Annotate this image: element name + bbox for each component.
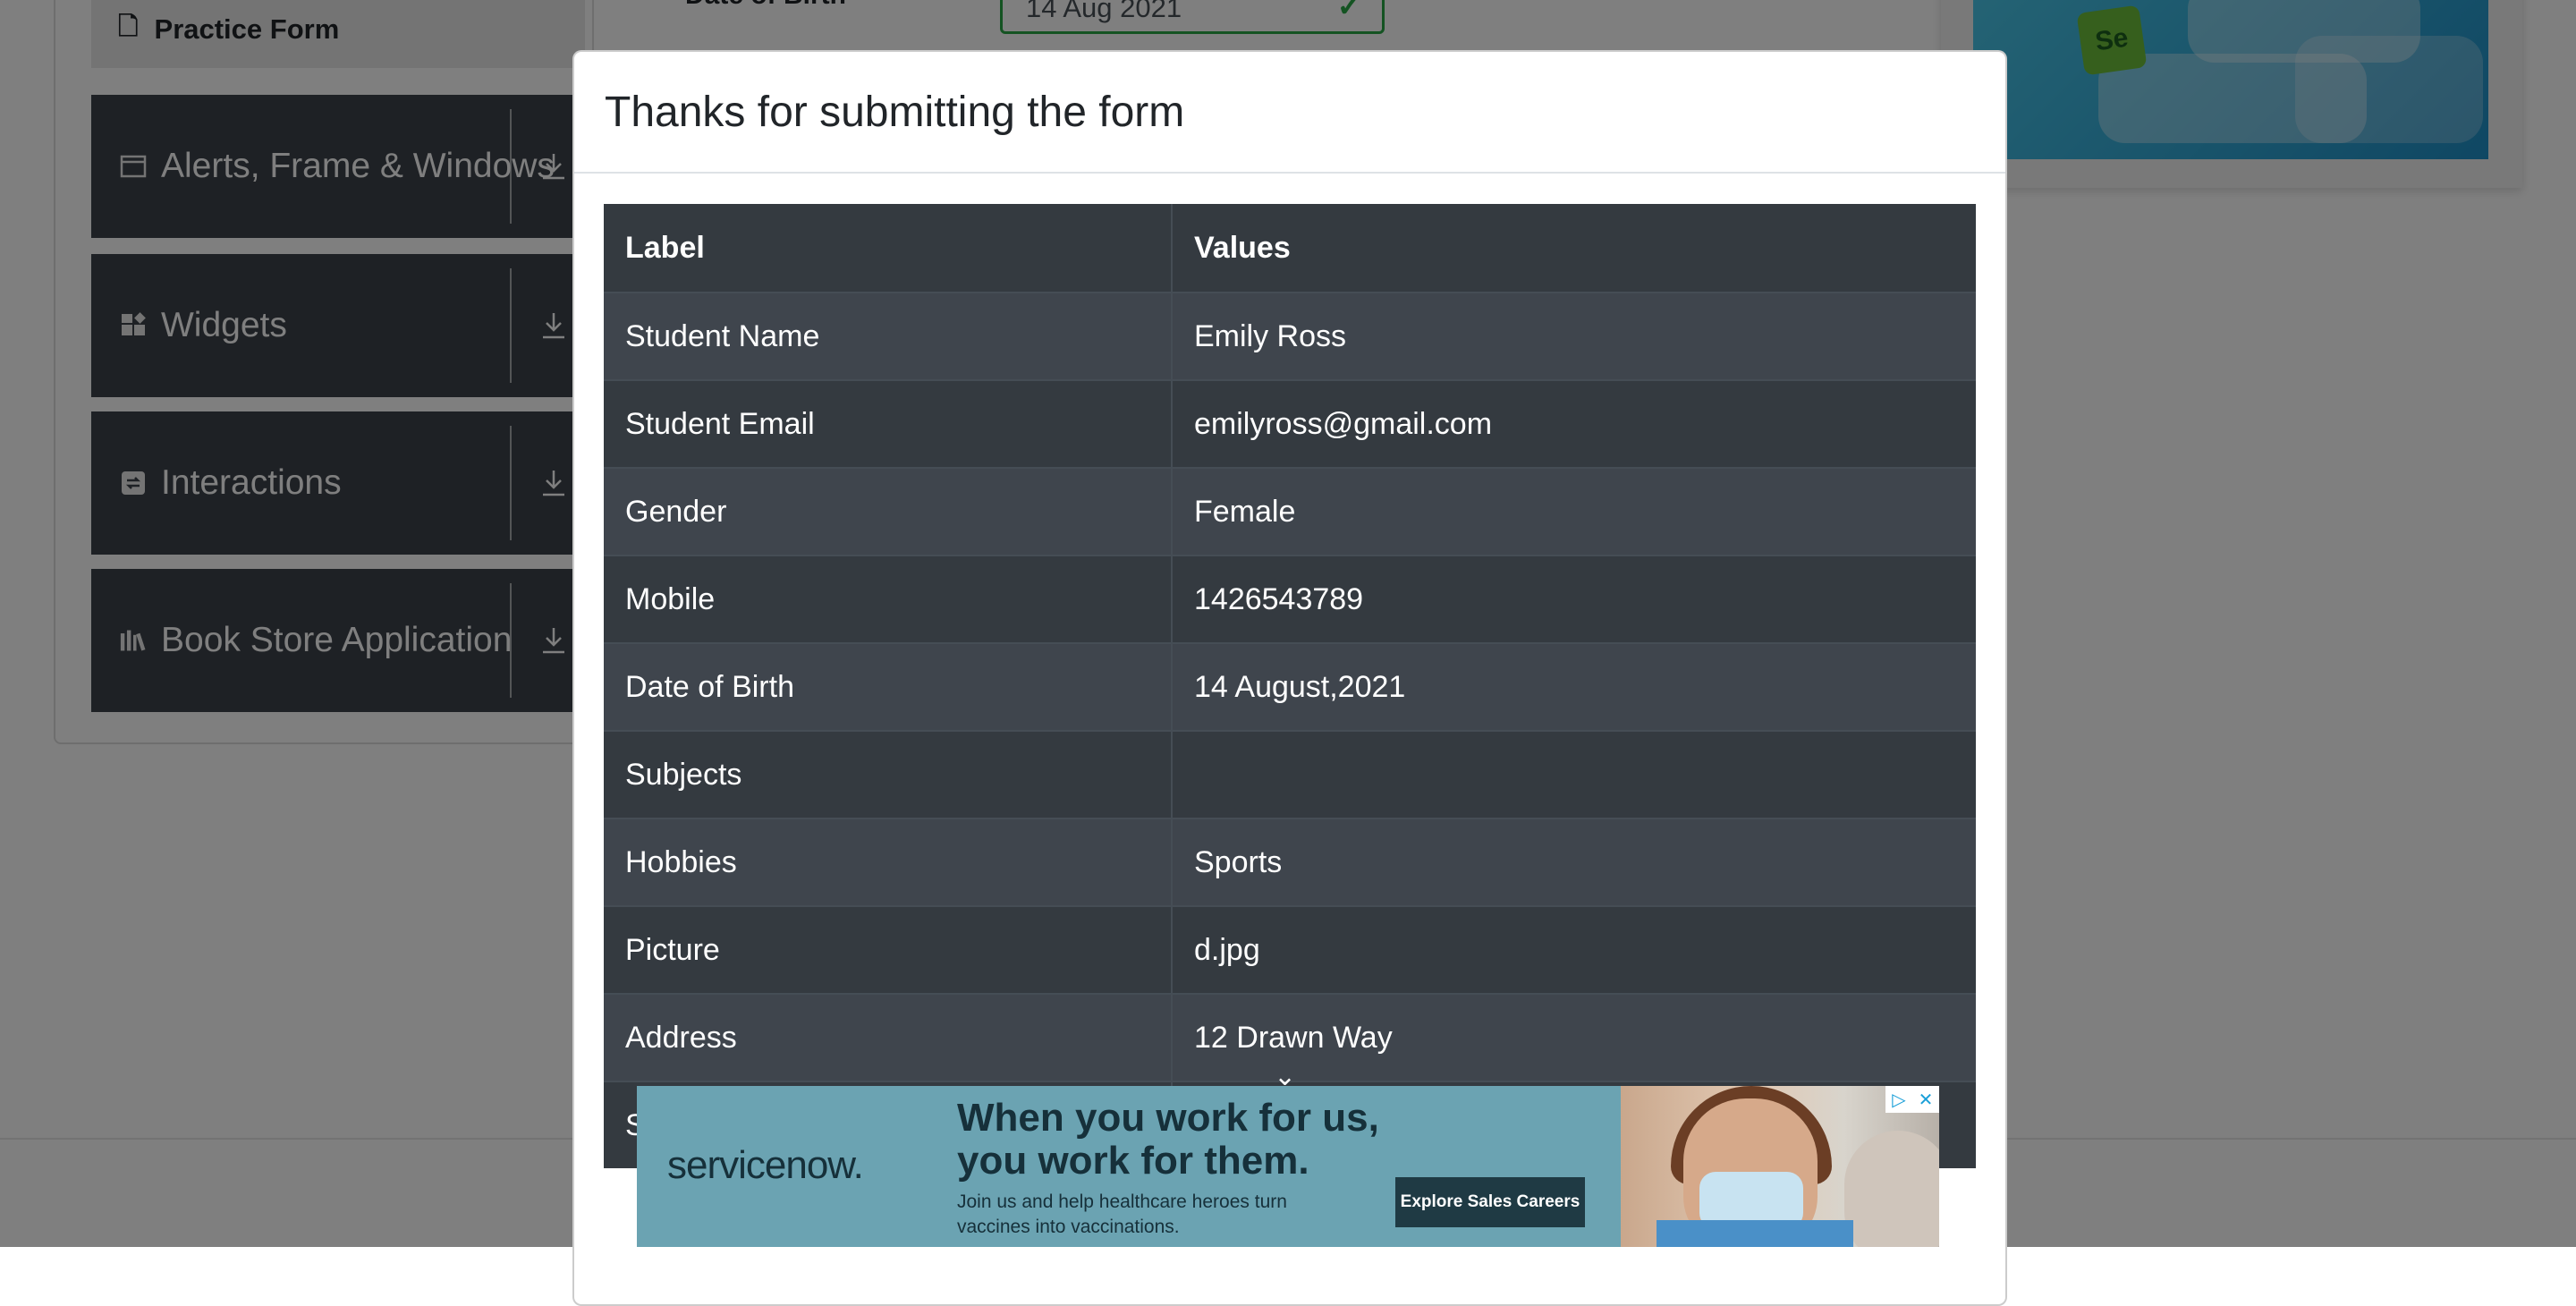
table-row: Mobile 1426543789 — [604, 555, 1976, 643]
ad-close-icon[interactable]: ✕ — [1912, 1086, 1939, 1113]
modal-header: Thanks for submitting the form — [574, 52, 2005, 174]
row-value — [1172, 730, 1976, 818]
row-value: d.jpg — [1172, 905, 1976, 994]
row-label: Mobile — [604, 555, 1173, 643]
row-label: Student Email — [604, 379, 1173, 468]
column-header-values: Values — [1172, 204, 1976, 293]
ad-cta-button[interactable]: Explore Sales Careers — [1395, 1177, 1585, 1227]
table-row: Gender Female — [604, 467, 1976, 555]
ad-brand-logo: servicenow. — [667, 1143, 864, 1187]
table-row: Student Email emilyross@gmail.com — [604, 379, 1976, 468]
submission-table: Label Values Student Name Emily Ross Stu… — [604, 204, 1976, 1168]
table-header-row: Label Values — [604, 204, 1976, 293]
row-value: 14 August,2021 — [1172, 642, 1976, 731]
row-value: Female — [1172, 467, 1976, 555]
modal-body: Label Values Student Name Emily Ross Stu… — [604, 204, 1976, 1168]
advertisement-banner[interactable]: servicenow. When you work for us, you wo… — [637, 1086, 1939, 1247]
row-label: Subjects — [604, 730, 1173, 818]
row-value: emilyross@gmail.com — [1172, 379, 1976, 468]
ad-headline: When you work for us, you work for them. — [957, 1096, 1379, 1183]
table-row: Picture d.jpg — [604, 905, 1976, 994]
column-header-label: Label — [604, 204, 1173, 293]
row-label: Hobbies — [604, 818, 1173, 906]
row-label: Date of Birth — [604, 642, 1173, 731]
ad-subtext: Join us and help healthcare heroes turn … — [957, 1192, 1287, 1237]
table-row: Date of Birth 14 August,2021 — [604, 642, 1976, 731]
row-value: 1426543789 — [1172, 555, 1976, 643]
row-label: Address — [604, 993, 1173, 1081]
row-label: Picture — [604, 905, 1173, 994]
table-row: Subjects — [604, 730, 1976, 818]
modal-title: Thanks for submitting the form — [605, 88, 1185, 136]
ad-info-icon[interactable]: ▷ — [1885, 1086, 1912, 1113]
row-value: Sports — [1172, 818, 1976, 906]
row-label: Student Name — [604, 292, 1173, 380]
table-row: Hobbies Sports — [604, 818, 1976, 906]
table-row: Student Name Emily Ross — [604, 292, 1976, 380]
row-label: Gender — [604, 467, 1173, 555]
row-value: Emily Ross — [1172, 292, 1976, 380]
